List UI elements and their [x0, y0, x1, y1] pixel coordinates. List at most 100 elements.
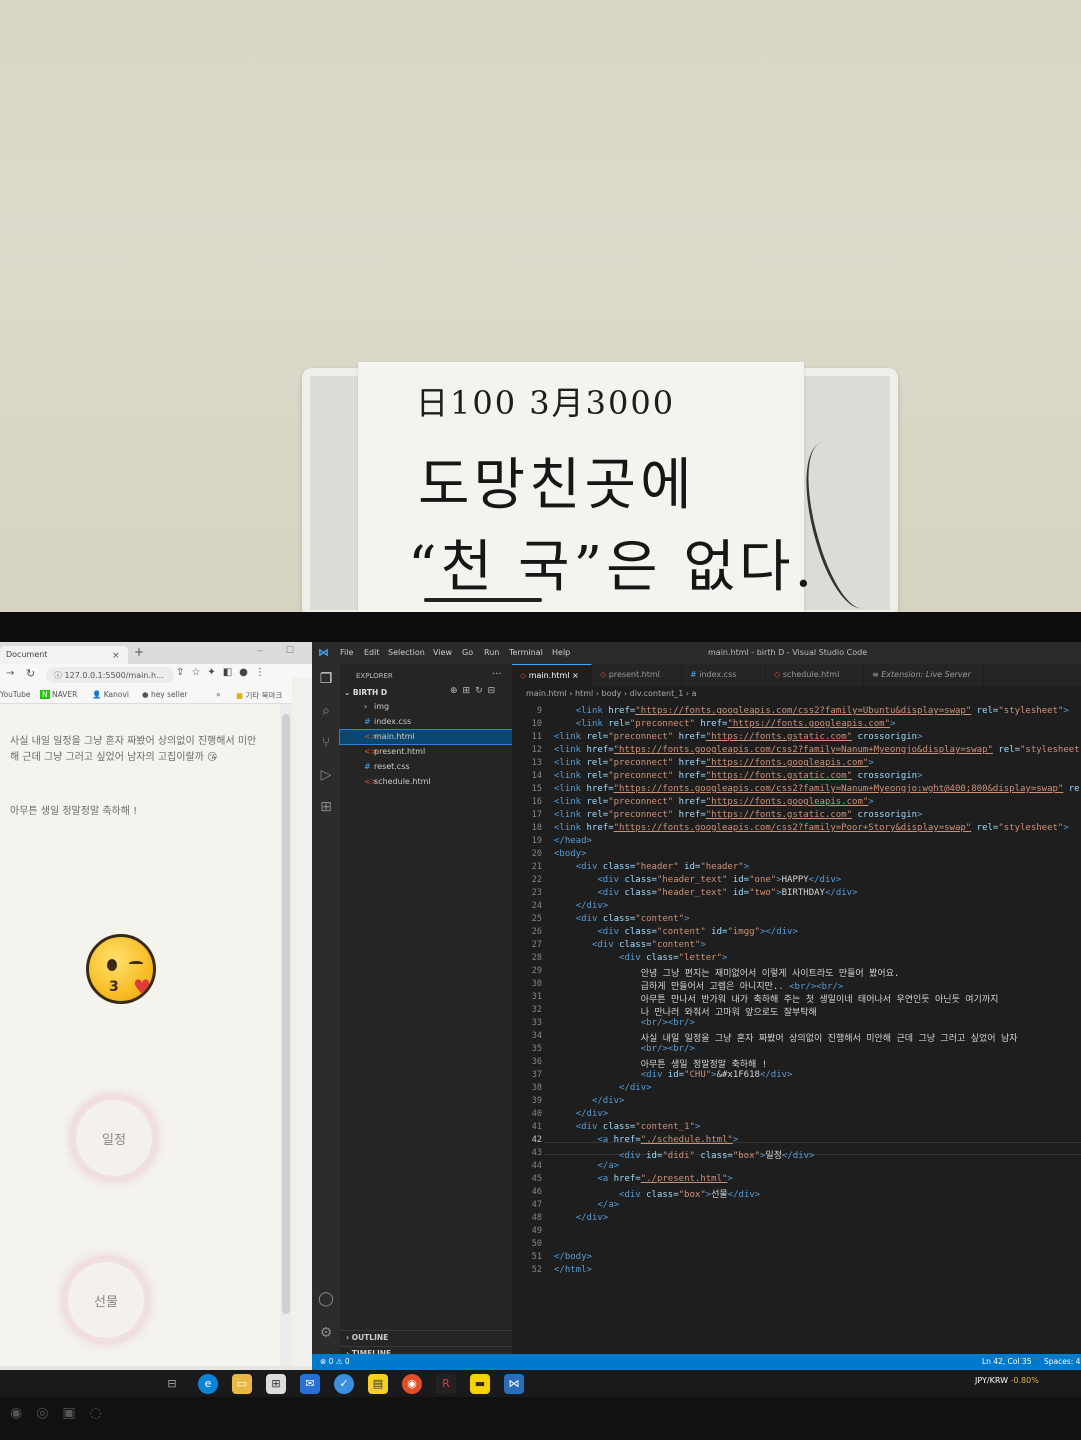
- menu-view[interactable]: View: [433, 648, 452, 657]
- menu-help[interactable]: Help: [552, 648, 570, 657]
- menu-selection[interactable]: Selection: [388, 648, 425, 657]
- breadcrumb[interactable]: main.html › html › body › div.content_1 …: [512, 686, 1081, 702]
- new-tab-button[interactable]: +: [134, 645, 144, 659]
- tab-main-html[interactable]: ◇ main.html ×: [512, 664, 592, 686]
- code-line[interactable]: <div class="header" id="header">: [554, 862, 749, 872]
- code-line[interactable]: <div class="content" id="imgg"></div>: [554, 927, 798, 937]
- account-icon[interactable]: ◯: [317, 1290, 335, 1308]
- code-line[interactable]: 아무튼 만나서 반가워 내가 축하해 주는 첫 생일이네 태어나서 우연인듯 아…: [554, 992, 999, 1005]
- code-line[interactable]: <link rel="preconnect" href="https://fon…: [554, 771, 923, 781]
- code-editor[interactable]: 9 <link href="https://fonts.googleapis.c…: [512, 702, 1081, 1354]
- bookmark-other[interactable]: ■ 기타 북마크: [236, 690, 282, 701]
- exchange-rate-widget[interactable]: JPY/KRW -0.80%: [975, 1376, 1039, 1385]
- code-line[interactable]: <br/><br/>: [554, 1044, 695, 1054]
- tab-live-server[interactable]: ≡ Extension: Live Server: [864, 664, 984, 686]
- code-line[interactable]: <link href="https://fonts.googleapis.com…: [554, 745, 1081, 755]
- code-line[interactable]: <link href="https://fonts.googleapis.com…: [554, 823, 1069, 833]
- file-explorer-icon[interactable]: ▭: [232, 1374, 252, 1394]
- outline-section[interactable]: › OUTLINE: [340, 1330, 512, 1344]
- menu-terminal[interactable]: Terminal: [509, 648, 543, 657]
- chrome-icon[interactable]: ◉: [402, 1374, 422, 1394]
- file-reset-css[interactable]: # reset.css: [340, 760, 512, 774]
- code-line[interactable]: </div>: [554, 901, 609, 911]
- code-line[interactable]: </head>: [554, 836, 592, 846]
- code-line[interactable]: <br/><br/>: [554, 1018, 695, 1028]
- code-line[interactable]: 아무튼 생일 정말정말 축하해 !: [554, 1057, 767, 1070]
- code-line[interactable]: <body>: [554, 849, 587, 859]
- indentation[interactable]: Spaces: 4: [1044, 1357, 1080, 1366]
- code-line[interactable]: </body>: [554, 1252, 592, 1262]
- file-present-html[interactable]: <>present.html: [340, 745, 512, 759]
- menu-file[interactable]: File: [340, 648, 353, 657]
- code-line[interactable]: <a href="./present.html">: [554, 1174, 732, 1184]
- cursor-position[interactable]: Ln 42, Col 35: [982, 1357, 1031, 1366]
- bookmark-youtube[interactable]: YouTube: [0, 690, 31, 699]
- file-index-css[interactable]: # index.css: [340, 715, 512, 729]
- bookmark-kanovi[interactable]: 👤 Kanovi: [92, 690, 129, 699]
- file-img[interactable]: › img: [340, 700, 512, 714]
- sticky-notes-icon[interactable]: ▤: [368, 1374, 388, 1394]
- menu-go[interactable]: Go: [462, 648, 473, 657]
- code-line[interactable]: <link href="https://fonts.googleapis.com…: [554, 706, 1069, 716]
- code-line[interactable]: <div class="letter">: [554, 953, 727, 963]
- code-line[interactable]: <link rel="preconnect" href="https://fon…: [554, 797, 874, 807]
- browser-tab[interactable]: Document ×: [0, 646, 128, 664]
- close-icon[interactable]: ×: [112, 651, 120, 661]
- source-control-icon[interactable]: ⑂: [317, 734, 335, 752]
- code-line[interactable]: <div class="content">: [554, 914, 690, 924]
- tab-present-html[interactable]: ◇ present.html: [592, 664, 682, 686]
- edge-icon[interactable]: e: [198, 1374, 218, 1394]
- browser-scrollbar[interactable]: [280, 704, 292, 1397]
- app-r-icon[interactable]: R: [436, 1374, 456, 1394]
- code-line[interactable]: 급하게 만들어서 고렙은 아니지만.. <br/><br/>: [554, 979, 844, 992]
- more-icon[interactable]: ···: [492, 669, 502, 680]
- menu-run[interactable]: Run: [484, 648, 499, 657]
- code-line[interactable]: 안녕 그냥 편지는 재미없어서 이렇게 사이트라도 만들어 봤어요.: [554, 966, 900, 979]
- reload-icon[interactable]: ↻: [26, 667, 35, 680]
- task-view-icon[interactable]: ⊟: [162, 1374, 182, 1394]
- problems-indicator[interactable]: ⊗ 0 ⚠ 0: [320, 1357, 350, 1366]
- scrollbar-thumb[interactable]: [282, 714, 290, 1314]
- gear-icon[interactable]: ⚙: [317, 1324, 335, 1342]
- code-line[interactable]: <div class="content_1">: [554, 1122, 701, 1132]
- code-line[interactable]: <link rel="preconnect" href="https://fon…: [554, 719, 896, 729]
- code-line[interactable]: </html>: [554, 1265, 592, 1275]
- files-icon[interactable]: ❐: [317, 670, 335, 688]
- store-icon[interactable]: ⊞: [266, 1374, 286, 1394]
- code-line[interactable]: <div class="box">선물</div>: [554, 1187, 760, 1200]
- code-line[interactable]: <div class="content">: [554, 940, 706, 950]
- mail-icon[interactable]: ✉: [300, 1374, 320, 1394]
- code-line[interactable]: </div>: [554, 1096, 625, 1106]
- bookmark-naver[interactable]: N NAVER: [40, 690, 77, 699]
- code-line[interactable]: </div>: [554, 1213, 609, 1223]
- file-main-html[interactable]: <>main.html: [339, 729, 513, 745]
- tab-schedule-html[interactable]: ◇ schedule.html: [766, 664, 864, 686]
- code-line[interactable]: <div id="CHU">&#x1F618</div>: [554, 1070, 793, 1080]
- menu-edit[interactable]: Edit: [364, 648, 380, 657]
- code-line[interactable]: </a>: [554, 1200, 619, 1210]
- present-button[interactable]: 선물: [68, 1262, 144, 1338]
- vscode-taskbar-icon[interactable]: ⋈: [504, 1374, 524, 1394]
- code-line[interactable]: <link rel="preconnect" href="https://fon…: [554, 810, 923, 820]
- address-bar[interactable]: ⓘ 127.0.0.1:5500/main.h...: [46, 667, 174, 683]
- code-line[interactable]: 나 만나러 와줘서 고마워 앞으로도 잘부탁해: [554, 1005, 817, 1018]
- extensions-icon[interactable]: ⊞: [317, 798, 335, 816]
- code-line[interactable]: <div class="header_text" id="two">BIRTHD…: [554, 888, 857, 898]
- code-line[interactable]: </div>: [554, 1083, 652, 1093]
- app-blue-icon[interactable]: ✓: [334, 1374, 354, 1394]
- code-line[interactable]: </div>: [554, 1109, 609, 1119]
- browser-extension-icons[interactable]: ⇪☆✦◧●⋮: [176, 667, 272, 678]
- tab-index-css[interactable]: # index.css: [682, 664, 766, 686]
- file-schedule-html[interactable]: <>schedule.html: [340, 775, 512, 789]
- code-line[interactable]: <a href="./schedule.html">: [554, 1135, 738, 1145]
- code-line[interactable]: <link rel="preconnect" href="https://fon…: [554, 758, 874, 768]
- monitor-buttons[interactable]: ◉◎▣◌: [10, 1405, 116, 1421]
- code-line[interactable]: <link href="https://fonts.googleapis.com…: [554, 784, 1080, 794]
- code-line[interactable]: <div class="header_text" id="one">HAPPY<…: [554, 875, 841, 885]
- kakaotalk-icon[interactable]: ▬: [470, 1374, 490, 1394]
- code-line[interactable]: 사실 내일 일정을 그냥 혼자 짜봤어 상의없이 진행해서 미안해 근데 그냥 …: [554, 1031, 1018, 1044]
- code-line[interactable]: </a>: [554, 1161, 619, 1171]
- schedule-button[interactable]: 일정: [76, 1100, 152, 1176]
- code-line[interactable]: <link rel="preconnect" href="https://fon…: [554, 732, 923, 742]
- bookmarks-overflow[interactable]: »: [216, 690, 221, 699]
